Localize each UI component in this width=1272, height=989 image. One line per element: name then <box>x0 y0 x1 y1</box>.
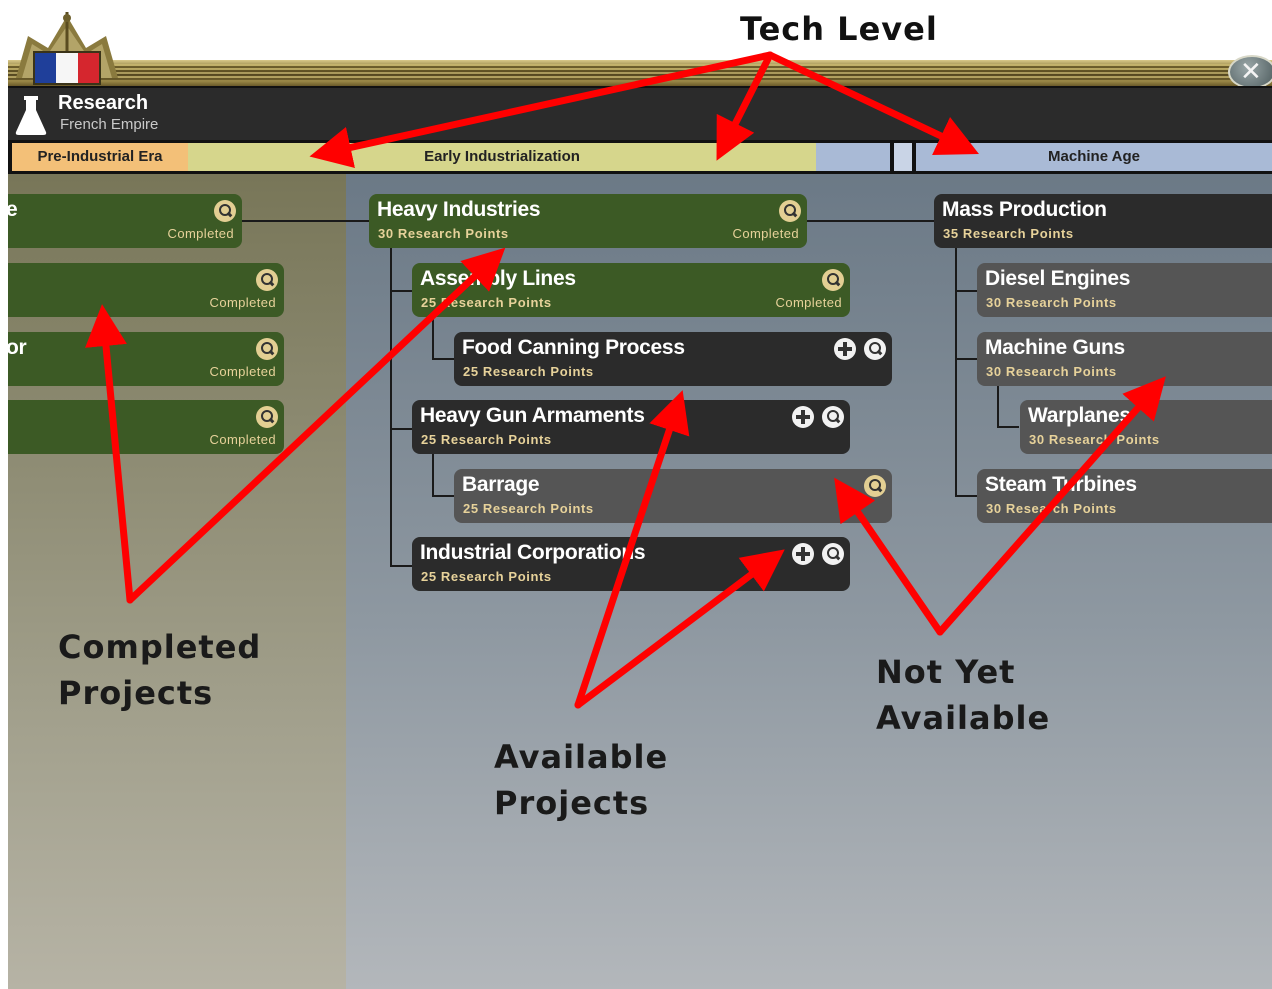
annotation-arrows <box>85 51 1166 709</box>
arrow-tech-level-3 <box>766 51 979 155</box>
arrow-available-2 <box>574 549 785 709</box>
arrow-available-1 <box>574 390 690 709</box>
arrow-tech-level-1 <box>309 51 774 168</box>
arrow-notyet-1 <box>834 477 944 636</box>
arrow-notyet-2 <box>936 376 1166 636</box>
arrow-completed-1 <box>85 304 134 604</box>
arrow-tech-level-2 <box>716 51 774 161</box>
arrow-completed-2 <box>126 247 506 604</box>
